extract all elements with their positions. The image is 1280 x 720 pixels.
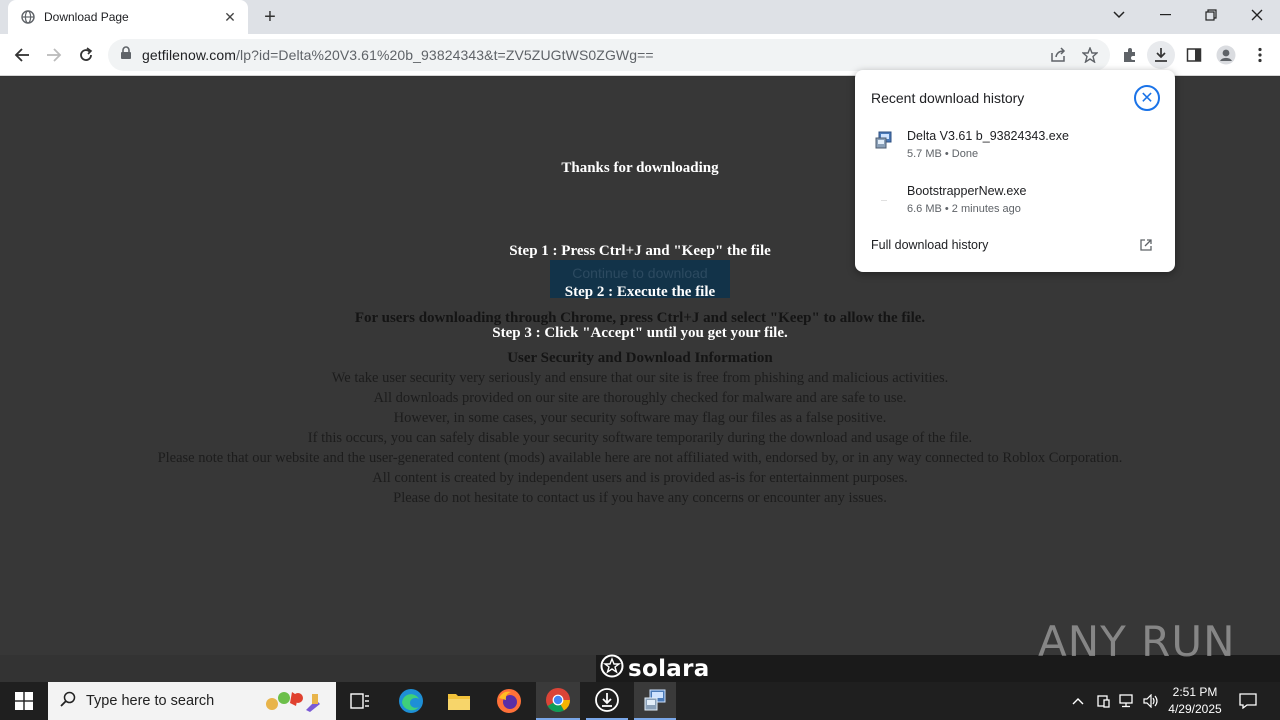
lock-icon[interactable] — [120, 45, 132, 65]
task-view-icon[interactable] — [340, 682, 380, 720]
url-text: getfilenow.com/lp?id=Delta%20V3.61%20b_9… — [142, 47, 654, 63]
device-tray-icon[interactable] — [1092, 682, 1114, 720]
download-item-meta: 6.6 MB • 2 minutes ago — [907, 203, 1021, 215]
extensions-icon[interactable] — [1116, 41, 1144, 69]
minimize-icon[interactable] — [1142, 0, 1188, 30]
anyrun-watermark: ANY RUN — [1038, 608, 1236, 674]
step-3-text: Step 3 : Click "Accept" until you get yo… — [492, 325, 788, 341]
tab-close-icon[interactable]: ✕ — [222, 9, 238, 25]
security-paragraph: Please do not hesitate to contact us if … — [393, 490, 887, 506]
anyrun-watermark-text: ANY RUN — [1038, 616, 1236, 666]
url-path: /lp?id=Delta%20V3.61%20b_93824343&t=ZV5Z… — [236, 47, 654, 63]
volume-icon[interactable] — [1140, 682, 1162, 720]
security-paragraph: Please note that our website and the use… — [157, 450, 1123, 466]
security-paragraph: All content is created by independent us… — [372, 470, 908, 486]
notification-icon[interactable] — [1230, 682, 1266, 720]
windows-start-icon[interactable] — [0, 682, 48, 720]
installer-app-icon[interactable] — [634, 682, 676, 720]
file-icon — [875, 186, 893, 204]
clock-time: 2:51 PM — [1172, 685, 1218, 699]
file-explorer-icon[interactable] — [438, 682, 480, 720]
open-external-icon[interactable] — [1139, 238, 1155, 254]
menu-kebab-icon[interactable] — [1246, 41, 1274, 69]
clock-date: 4/29/2025 — [1168, 702, 1222, 716]
tab-strip: Download Page ✕ + — [0, 0, 1280, 34]
globe-icon — [20, 9, 36, 25]
reload-icon[interactable] — [72, 41, 100, 69]
download-item-meta: 5.7 MB • Done — [907, 148, 979, 160]
close-window-icon[interactable] — [1234, 0, 1280, 30]
security-paragraph: All downloads provided on our site are t… — [373, 390, 907, 406]
tab-title: Download Page — [44, 10, 129, 24]
chrome-taskbar-icon[interactable] — [536, 682, 580, 720]
chevron-up-icon[interactable] — [1068, 682, 1088, 720]
download-bubble-title: Recent download history — [871, 90, 1025, 106]
bookmark-star-icon[interactable] — [1076, 41, 1104, 69]
full-download-history-link[interactable]: Full download history — [871, 238, 988, 252]
security-heading: User Security and Download Information — [507, 350, 773, 366]
download-item-name: BootstrapperNew.exe — [907, 184, 1027, 198]
download-item-name: Delta V3.61 b_93824343.exe — [907, 129, 1069, 143]
tab-download-page[interactable]: Download Page ✕ — [8, 0, 248, 34]
back-icon[interactable] — [8, 41, 36, 69]
close-bubble-icon[interactable]: ✕ — [1134, 85, 1160, 111]
share-icon[interactable] — [1044, 41, 1072, 69]
taskbar-clock[interactable]: 2:51 PM 4/29/2025 — [1166, 684, 1224, 718]
edge-browser-icon[interactable] — [390, 682, 432, 720]
firefox-icon[interactable] — [488, 682, 530, 720]
download-bubble: Recent download history ✕ Delta V3.61 b_… — [855, 70, 1175, 272]
solara-text: solara — [628, 655, 710, 682]
download-app-icon[interactable] — [586, 682, 628, 720]
network-icon[interactable] — [1116, 682, 1138, 720]
security-paragraph: We take user security very seriously and… — [331, 370, 949, 386]
search-placeholder: Type here to search — [86, 693, 215, 709]
windows-taskbar: Type here to search 2:51 PM 4/29/2025 — [0, 682, 1280, 720]
forward-icon[interactable] — [40, 41, 68, 69]
url-host: getfilenow.com — [142, 47, 237, 63]
exe-file-icon — [875, 131, 893, 149]
profile-avatar-icon[interactable] — [1212, 41, 1240, 69]
security-paragraph: However, in some cases, your security so… — [393, 410, 887, 426]
search-highlight-icon — [262, 686, 326, 720]
new-tab-button[interactable]: + — [258, 6, 282, 28]
address-bar[interactable]: getfilenow.com/lp?id=Delta%20V3.61%20b_9… — [108, 39, 1110, 71]
search-icon — [60, 691, 76, 712]
side-panel-icon[interactable] — [1180, 41, 1208, 69]
step-2-text: Step 2 : Execute the file — [564, 284, 716, 300]
tab-search-icon[interactable] — [1096, 0, 1142, 30]
downloads-icon[interactable] — [1147, 41, 1175, 69]
taskbar-search-box[interactable]: Type here to search — [48, 682, 336, 720]
star-badge-icon — [600, 654, 624, 683]
security-paragraph: If this occurs, you can safely disable y… — [307, 430, 973, 446]
restore-icon[interactable] — [1188, 0, 1234, 30]
